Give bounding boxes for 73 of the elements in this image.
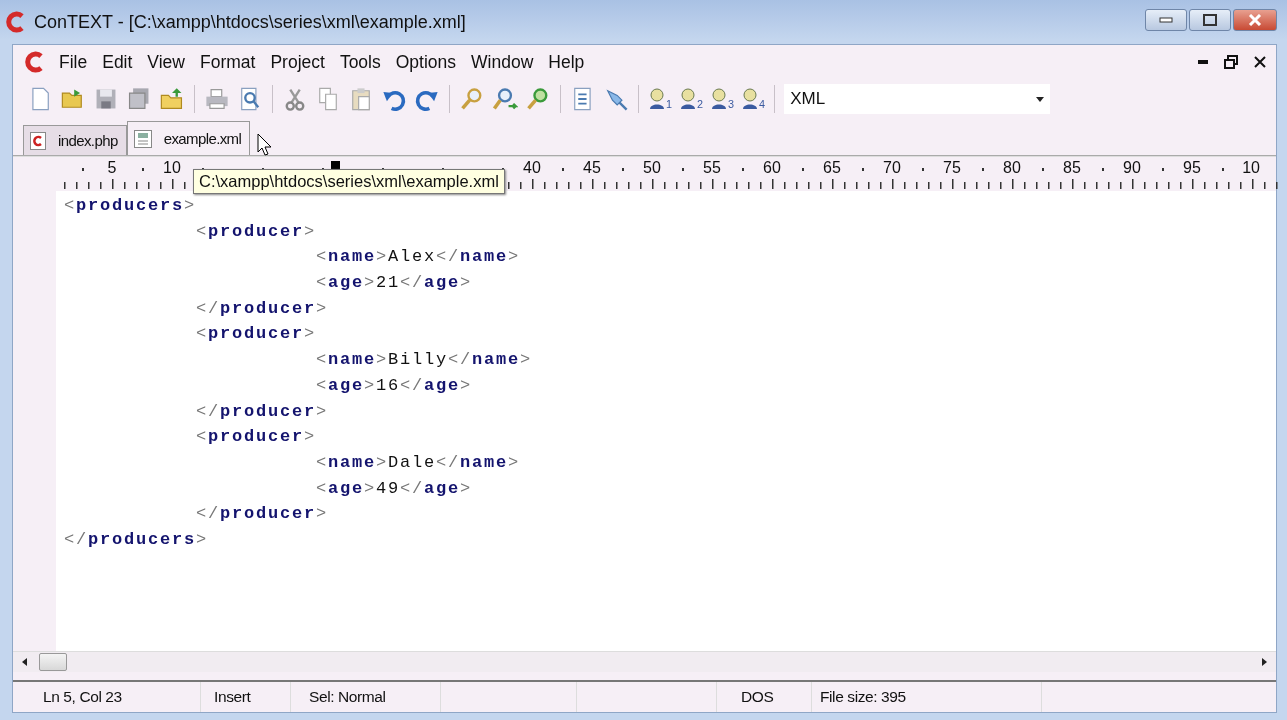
menu-item[interactable]: Window xyxy=(471,51,534,73)
pin-icon[interactable] xyxy=(603,86,629,112)
document-icon xyxy=(133,129,152,148)
close-icon xyxy=(1247,14,1263,26)
ruler-number: 95 xyxy=(1183,159,1201,177)
minimize-icon xyxy=(1159,17,1173,23)
code-line: </producer> xyxy=(196,400,329,423)
close-button[interactable] xyxy=(1233,9,1277,31)
ruler-number: 70 xyxy=(883,159,901,177)
code-line: <age>16</age> xyxy=(316,374,473,397)
folder-icon[interactable] xyxy=(159,86,185,112)
app-logo-icon xyxy=(6,11,26,33)
tooltip: C:\xampp\htdocs\series\xml\example.xml xyxy=(193,169,505,194)
menu-item[interactable]: Format xyxy=(200,51,256,73)
menu-item[interactable]: File xyxy=(59,51,88,73)
code-line: <producer> xyxy=(196,426,317,449)
ruler-number: 80 xyxy=(1003,159,1021,177)
file-tab[interactable]: index.php xyxy=(23,125,127,155)
user-profile-button[interactable]: 3 xyxy=(710,88,735,110)
code-line: <name>Alex</name> xyxy=(316,246,521,269)
code-line: <age>21</age> xyxy=(316,272,473,295)
status-text: File size: 395 xyxy=(812,682,1042,712)
scroll-left-icon[interactable] xyxy=(21,657,29,667)
code-line: <producer> xyxy=(196,323,317,346)
menu-item[interactable]: Project xyxy=(270,51,325,73)
ruler-number: 60 xyxy=(763,159,781,177)
code-line: <age>49</age> xyxy=(316,477,473,500)
menu-item[interactable]: Options xyxy=(395,51,457,73)
maximize-button[interactable] xyxy=(1189,9,1231,31)
ruler-number: 45 xyxy=(583,159,601,177)
status-text: Sel: Normal xyxy=(291,682,441,712)
ruler-number: 55 xyxy=(703,159,721,177)
ruler-number: 50 xyxy=(643,159,661,177)
user-profile-button[interactable]: 2 xyxy=(679,88,704,110)
code-line: </producer> xyxy=(196,503,329,526)
caret-icon xyxy=(1036,96,1045,102)
ruler-number: 75 xyxy=(943,159,961,177)
code-line: </producer> xyxy=(196,297,329,320)
ruler-number: 85 xyxy=(1063,159,1081,177)
maximize-icon xyxy=(1203,14,1217,26)
printer-icon[interactable] xyxy=(204,86,230,112)
minimize-button[interactable] xyxy=(1145,9,1187,31)
highlighter-dropdown[interactable]: XML xyxy=(784,84,1051,114)
menu-item[interactable]: Help xyxy=(548,51,585,73)
mouse-pointer-icon xyxy=(257,133,273,157)
user-profile-button[interactable]: 4 xyxy=(741,88,766,110)
status-text: Insert xyxy=(201,682,291,712)
ruler-number: 40 xyxy=(523,159,541,177)
search-next-icon[interactable] xyxy=(492,86,518,112)
ruler-number: 5 xyxy=(107,159,117,177)
menu-item[interactable]: Tools xyxy=(339,51,381,73)
status-text: DOS xyxy=(717,682,812,712)
code-line: <name>Billy</name> xyxy=(316,349,533,372)
code-line: </producers> xyxy=(64,528,209,551)
user-profile-button[interactable]: 1 xyxy=(648,88,673,110)
menu-item[interactable]: Edit xyxy=(102,51,133,73)
file-tab[interactable]: example.xml xyxy=(126,121,251,155)
status-text: Ln 5, Col 23 xyxy=(13,682,201,712)
code-line: <producers> xyxy=(64,195,197,217)
app-logo-icon[interactable] xyxy=(25,51,45,73)
scroll-right-icon[interactable] xyxy=(1260,657,1268,667)
ruler-number: 10 xyxy=(163,159,181,177)
code-line: <name>Dale</name> xyxy=(316,451,521,474)
code-line: <producer> xyxy=(196,220,317,243)
ruler-number: 10 xyxy=(1242,159,1260,177)
ruler-number: 65 xyxy=(823,159,841,177)
close-icon[interactable] xyxy=(1254,56,1266,68)
ruler-number: 90 xyxy=(1123,159,1141,177)
window-title: ConTEXT - [C:\xampp\htdocs\series\xml\example.xml] xyxy=(34,11,466,33)
restore-icon[interactable] xyxy=(1224,55,1238,69)
menu-item[interactable]: View xyxy=(147,51,185,73)
scrollbar-thumb[interactable] xyxy=(39,653,67,671)
c-file-icon xyxy=(30,131,46,150)
